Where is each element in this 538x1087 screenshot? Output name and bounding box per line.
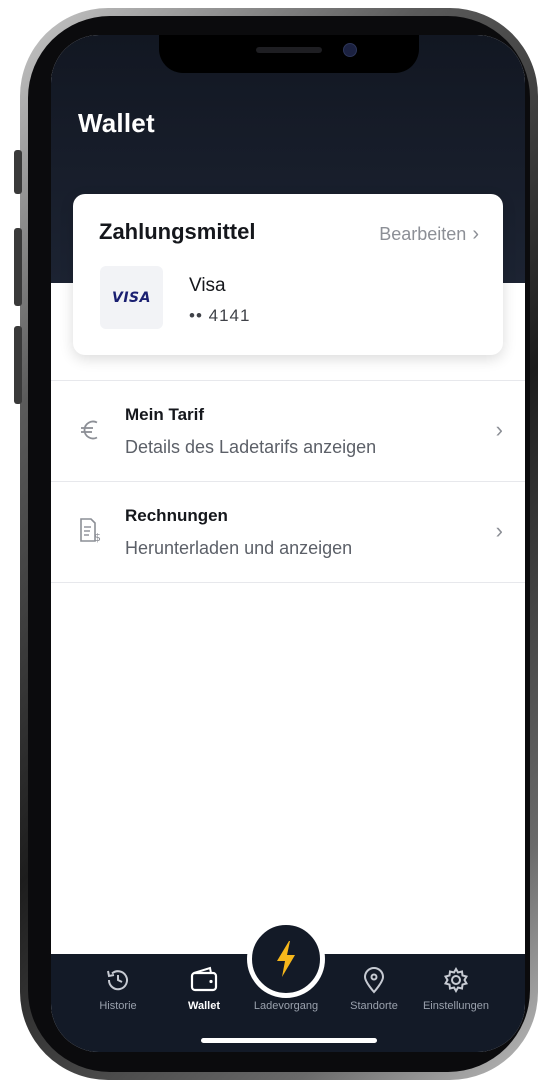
payment-methods-card: Zahlungsmittel Bearbeiten › VISA Visa ••… [73, 194, 503, 355]
menu-item-rechnungen[interactable]: $ Rechnungen Herunterladen und anzeigen … [51, 481, 525, 583]
volume-up-button [14, 228, 22, 306]
visa-logo: VISA [100, 266, 163, 329]
app-screen: Wallet Zahlungsmittel Bearbeiten › VISA … [51, 35, 525, 1052]
tab-einstellungen[interactable]: Einstellungen [411, 966, 501, 1012]
chevron-right-icon: › [495, 518, 503, 543]
silent-switch [14, 150, 22, 194]
tab-historie[interactable]: Historie [73, 966, 163, 1012]
payment-methods-title: Zahlungsmittel [99, 219, 256, 244]
edit-label: Bearbeiten [379, 224, 467, 244]
tab-wallet[interactable]: Wallet [159, 966, 249, 1012]
tab-standorte[interactable]: Standorte [329, 966, 419, 1012]
menu-item-tarif[interactable]: Mein Tarif Details des Ladetarifs anzeig… [51, 380, 525, 481]
menu-item-subtitle: Details des Ladetarifs anzeigen [125, 437, 377, 457]
page-title: Wallet [78, 108, 155, 138]
tab-label: Einstellungen [422, 1000, 490, 1012]
location-pin-icon [363, 967, 385, 994]
history-icon [107, 970, 128, 991]
tab-label: Wallet [188, 1000, 220, 1012]
chevron-right-icon: › [472, 223, 479, 245]
svg-text:$: $ [94, 531, 101, 544]
menu-item-title: Mein Tarif [125, 405, 205, 424]
euro-icon [78, 416, 102, 444]
wallet-menu-list: Mein Tarif Details des Ladetarifs anzeig… [51, 380, 525, 583]
tab-label: Historie [99, 1000, 137, 1012]
payment-method-number: •• 4141 [189, 306, 251, 325]
gear-icon [443, 966, 469, 994]
volume-down-button [14, 326, 22, 404]
home-indicator[interactable] [201, 1038, 377, 1043]
speaker [256, 47, 322, 53]
tab-label: Standorte [350, 1000, 398, 1012]
tab-ladevorgang[interactable]: Ladevorgang [241, 966, 331, 1012]
menu-item-subtitle: Herunterladen und anzeigen [125, 538, 353, 558]
notch [159, 35, 419, 73]
wallet-icon [190, 966, 218, 992]
invoice-icon: $ [78, 517, 102, 545]
front-camera [343, 43, 357, 57]
bottom-tab-bar: Historie Wallet Ladevorgang Standorte Ei… [51, 920, 525, 1052]
menu-item-title: Rechnungen [125, 506, 228, 525]
tab-label: Ladevorgang [253, 1000, 319, 1012]
payment-method-name[interactable]: Visa [189, 275, 226, 297]
chevron-right-icon: › [495, 417, 503, 442]
edit-button[interactable]: Bearbeiten › [379, 223, 479, 246]
visa-logo-text: VISA [112, 289, 151, 306]
